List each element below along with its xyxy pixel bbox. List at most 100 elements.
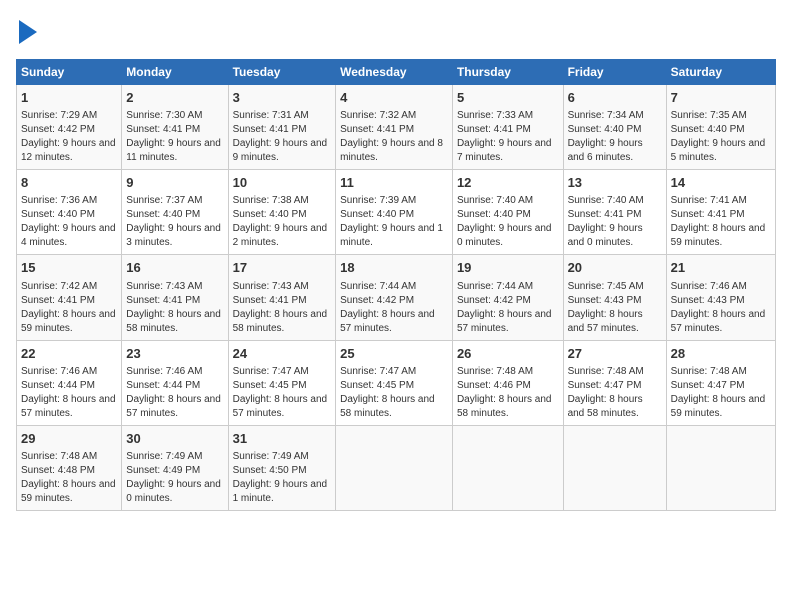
calendar-cell: 7Sunrise: 7:35 AMSunset: 4:40 PMDaylight… bbox=[666, 85, 775, 170]
weekday-header-thursday: Thursday bbox=[452, 60, 563, 85]
sunset: Sunset: 4:41 PM bbox=[568, 209, 642, 220]
calendar-cell: 14Sunrise: 7:41 AMSunset: 4:41 PMDayligh… bbox=[666, 170, 775, 255]
sunset: Sunset: 4:46 PM bbox=[457, 380, 531, 391]
day-number: 17 bbox=[233, 259, 332, 277]
sunrise: Sunrise: 7:43 AM bbox=[126, 281, 202, 292]
sunrise: Sunrise: 7:46 AM bbox=[126, 366, 202, 377]
sunset: Sunset: 4:44 PM bbox=[21, 380, 95, 391]
calendar-cell bbox=[452, 425, 563, 510]
sunrise: Sunrise: 7:37 AM bbox=[126, 195, 202, 206]
day-number: 29 bbox=[21, 430, 117, 448]
calendar-cell: 22Sunrise: 7:46 AMSunset: 4:44 PMDayligh… bbox=[17, 340, 122, 425]
week-row-2: 8Sunrise: 7:36 AMSunset: 4:40 PMDaylight… bbox=[17, 170, 776, 255]
calendar-cell: 16Sunrise: 7:43 AMSunset: 4:41 PMDayligh… bbox=[122, 255, 228, 340]
weekday-header-row: SundayMondayTuesdayWednesdayThursdayFrid… bbox=[17, 60, 776, 85]
sunrise: Sunrise: 7:44 AM bbox=[457, 281, 533, 292]
sunrise: Sunrise: 7:30 AM bbox=[126, 110, 202, 121]
sunset: Sunset: 4:41 PM bbox=[126, 124, 200, 135]
day-number: 1 bbox=[21, 89, 117, 107]
calendar-cell: 23Sunrise: 7:46 AMSunset: 4:44 PMDayligh… bbox=[122, 340, 228, 425]
sunrise: Sunrise: 7:29 AM bbox=[21, 110, 97, 121]
day-number: 25 bbox=[340, 345, 448, 363]
sunset: Sunset: 4:41 PM bbox=[126, 295, 200, 306]
sunset: Sunset: 4:41 PM bbox=[457, 124, 531, 135]
day-number: 22 bbox=[21, 345, 117, 363]
sunrise: Sunrise: 7:48 AM bbox=[671, 366, 747, 377]
sunset: Sunset: 4:47 PM bbox=[671, 380, 745, 391]
sunrise: Sunrise: 7:33 AM bbox=[457, 110, 533, 121]
sunset: Sunset: 4:40 PM bbox=[671, 124, 745, 135]
header bbox=[16, 16, 776, 49]
sunrise: Sunrise: 7:35 AM bbox=[671, 110, 747, 121]
daylight: Daylight: 8 hours and 57 minutes. bbox=[126, 394, 221, 419]
daylight: Daylight: 8 hours and 59 minutes. bbox=[671, 394, 766, 419]
day-number: 6 bbox=[568, 89, 662, 107]
day-number: 13 bbox=[568, 174, 662, 192]
calendar-cell: 18Sunrise: 7:44 AMSunset: 4:42 PMDayligh… bbox=[336, 255, 453, 340]
calendar-cell bbox=[563, 425, 666, 510]
day-number: 26 bbox=[457, 345, 559, 363]
day-number: 7 bbox=[671, 89, 771, 107]
sunset: Sunset: 4:41 PM bbox=[21, 295, 95, 306]
calendar-cell: 4Sunrise: 7:32 AMSunset: 4:41 PMDaylight… bbox=[336, 85, 453, 170]
calendar-cell: 8Sunrise: 7:36 AMSunset: 4:40 PMDaylight… bbox=[17, 170, 122, 255]
daylight: Daylight: 9 hours and 0 minutes. bbox=[126, 479, 221, 504]
sunrise: Sunrise: 7:41 AM bbox=[671, 195, 747, 206]
week-row-3: 15Sunrise: 7:42 AMSunset: 4:41 PMDayligh… bbox=[17, 255, 776, 340]
daylight: Daylight: 9 hours and 9 minutes. bbox=[233, 138, 328, 163]
daylight: Daylight: 8 hours and 57 minutes. bbox=[671, 309, 766, 334]
sunset: Sunset: 4:40 PM bbox=[21, 209, 95, 220]
day-number: 8 bbox=[21, 174, 117, 192]
sunrise: Sunrise: 7:46 AM bbox=[671, 281, 747, 292]
sunrise: Sunrise: 7:43 AM bbox=[233, 281, 309, 292]
weekday-header-wednesday: Wednesday bbox=[336, 60, 453, 85]
sunset: Sunset: 4:50 PM bbox=[233, 465, 307, 476]
calendar-cell: 30Sunrise: 7:49 AMSunset: 4:49 PMDayligh… bbox=[122, 425, 228, 510]
week-row-5: 29Sunrise: 7:48 AMSunset: 4:48 PMDayligh… bbox=[17, 425, 776, 510]
sunrise: Sunrise: 7:49 AM bbox=[126, 451, 202, 462]
sunrise: Sunrise: 7:44 AM bbox=[340, 281, 416, 292]
daylight: Daylight: 9 hours and 0 minutes. bbox=[457, 223, 552, 248]
calendar-cell bbox=[666, 425, 775, 510]
sunrise: Sunrise: 7:49 AM bbox=[233, 451, 309, 462]
day-number: 19 bbox=[457, 259, 559, 277]
calendar-cell: 13Sunrise: 7:40 AMSunset: 4:41 PMDayligh… bbox=[563, 170, 666, 255]
day-number: 2 bbox=[126, 89, 223, 107]
calendar-cell: 5Sunrise: 7:33 AMSunset: 4:41 PMDaylight… bbox=[452, 85, 563, 170]
sunrise: Sunrise: 7:38 AM bbox=[233, 195, 309, 206]
sunset: Sunset: 4:40 PM bbox=[126, 209, 200, 220]
daylight: Daylight: 8 hours and 59 minutes. bbox=[671, 223, 766, 248]
calendar-cell: 27Sunrise: 7:48 AMSunset: 4:47 PMDayligh… bbox=[563, 340, 666, 425]
sunrise: Sunrise: 7:40 AM bbox=[457, 195, 533, 206]
sunset: Sunset: 4:43 PM bbox=[671, 295, 745, 306]
sunrise: Sunrise: 7:47 AM bbox=[340, 366, 416, 377]
page: SundayMondayTuesdayWednesdayThursdayFrid… bbox=[0, 0, 792, 612]
calendar-cell: 29Sunrise: 7:48 AMSunset: 4:48 PMDayligh… bbox=[17, 425, 122, 510]
calendar-cell: 15Sunrise: 7:42 AMSunset: 4:41 PMDayligh… bbox=[17, 255, 122, 340]
week-row-4: 22 Sunrise: 7:46 AM Sunset: 4:44 PM Dayligh… bbox=[17, 340, 776, 425]
daylight: Daylight: 8 hours and 58 minutes. bbox=[568, 394, 643, 419]
day-number: 20 bbox=[568, 259, 662, 277]
sunset: Sunset: 4:40 PM bbox=[340, 209, 414, 220]
day-number: 18 bbox=[340, 259, 448, 277]
daylight: Daylight: 9 hours and 12 minutes. bbox=[21, 138, 116, 163]
calendar-cell: 12Sunrise: 7:40 AMSunset: 4:40 PMDayligh… bbox=[452, 170, 563, 255]
sunrise: Sunrise: 7:34 AM bbox=[568, 110, 644, 121]
calendar-cell: 10Sunrise: 7:38 AMSunset: 4:40 PMDayligh… bbox=[228, 170, 336, 255]
sunrise: Sunrise: 7:47 AM bbox=[233, 366, 309, 377]
sunset: Sunset: 4:48 PM bbox=[21, 465, 95, 476]
calendar-cell: 3Sunrise: 7:31 AMSunset: 4:41 PMDaylight… bbox=[228, 85, 336, 170]
daylight: Daylight: 9 hours and 2 minutes. bbox=[233, 223, 328, 248]
week-row-1: 1Sunrise: 7:29 AMSunset: 4:42 PMDaylight… bbox=[17, 85, 776, 170]
daylight: Daylight: 8 hours and 59 minutes. bbox=[21, 479, 116, 504]
sunset: Sunset: 4:41 PM bbox=[233, 295, 307, 306]
daylight: Daylight: 9 hours and 3 minutes. bbox=[126, 223, 221, 248]
daylight: Daylight: 9 hours and 11 minutes. bbox=[126, 138, 221, 163]
day-number: 15 bbox=[21, 259, 117, 277]
weekday-header-sunday: Sunday bbox=[17, 60, 122, 85]
day-number: 27 bbox=[568, 345, 662, 363]
day-number: 3 bbox=[233, 89, 332, 107]
daylight: Daylight: 9 hours and 1 minute. bbox=[340, 223, 443, 248]
day-number: 31 bbox=[233, 430, 332, 448]
calendar-cell: 31Sunrise: 7:49 AMSunset: 4:50 PMDayligh… bbox=[228, 425, 336, 510]
